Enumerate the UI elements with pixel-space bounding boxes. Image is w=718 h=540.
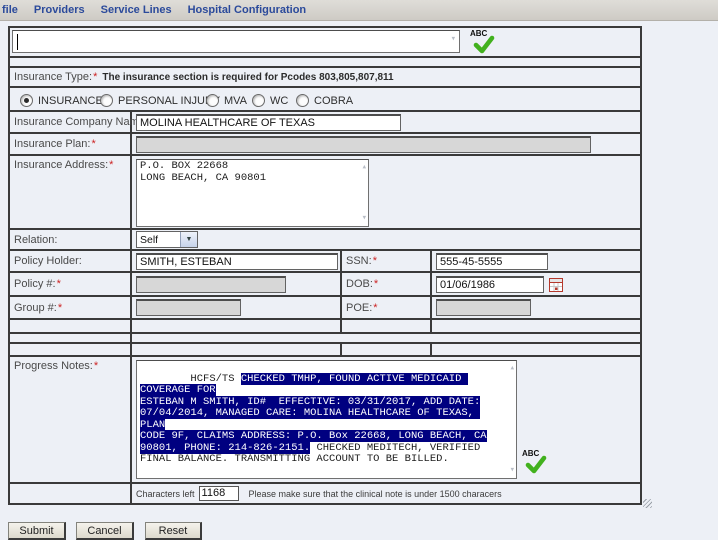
required-asterisk: *: [373, 255, 377, 267]
submit-button[interactable]: Submit: [8, 522, 66, 540]
radio-button-icon[interactable]: [100, 94, 113, 107]
radio-label: COBRA: [314, 95, 353, 107]
group-number-input: [136, 299, 241, 316]
notes-text-plain: HCFS/TS: [190, 373, 240, 385]
company-name-row: Insurance Company Name:* MOLINA HEALTHCA…: [10, 112, 640, 134]
insurance-address-textarea[interactable]: P.O. BOX 22668 LONG BEACH, CA 90801▴▾: [136, 159, 369, 227]
insurance-plan-label: Insurance Plan:: [14, 138, 90, 150]
group-number-label: Group #:: [14, 302, 57, 314]
radio-label: WC: [270, 95, 288, 107]
empty-row: [10, 344, 640, 357]
menu-item-service-lines[interactable]: Service Lines: [101, 4, 172, 16]
menu-item-file[interactable]: file: [2, 4, 18, 16]
relation-label: Relation:: [14, 234, 57, 246]
insurance-type-note: The insurance section is required for Pc…: [102, 72, 393, 83]
radio-button-icon[interactable]: [206, 94, 219, 107]
calendar-icon[interactable]: [549, 278, 563, 297]
required-asterisk: *: [91, 138, 95, 150]
radio-label: MVA: [224, 95, 247, 107]
insurance-plan-input: [136, 136, 591, 153]
policy-holder-row: Policy Holder: SMITH, ESTEBAN SSN:* 555-…: [10, 251, 640, 273]
cancel-button[interactable]: Cancel: [76, 522, 134, 540]
scrollbar-up-icon[interactable]: ▴: [362, 163, 367, 172]
radio-wc[interactable]: WC: [252, 94, 288, 107]
relation-selected-value: Self: [137, 234, 180, 246]
dob-input[interactable]: 01/06/1986: [436, 276, 544, 293]
reset-button[interactable]: Reset: [145, 522, 202, 540]
radio-label: INSURANCE: [38, 95, 103, 107]
spellcheck-button[interactable]: ABC: [522, 449, 550, 479]
insurance-type-options-row: INSURANCE PERSONAL INJURY MVA WC COBRA: [10, 88, 640, 112]
radio-label: PERSONAL INJURY: [118, 95, 220, 107]
company-name-input[interactable]: MOLINA HEALTHCARE OF TEXAS: [136, 114, 401, 131]
required-asterisk: *: [373, 302, 377, 314]
policy-holder-label: Policy Holder:: [14, 255, 82, 267]
policy-holder-input[interactable]: SMITH, ESTEBAN: [136, 253, 338, 270]
radio-personal-injury[interactable]: PERSONAL INJURY: [100, 94, 220, 107]
insurance-address-row: Insurance Address:* P.O. BOX 22668 LONG …: [10, 156, 640, 230]
required-asterisk: *: [94, 360, 98, 372]
characters-left-label: Characters left: [136, 489, 195, 499]
characters-note: Please make sure that the clinical note …: [249, 489, 502, 499]
green-check-icon: [473, 35, 495, 55]
company-name-label: Insurance Company Name:: [14, 116, 148, 128]
spellcheck-button[interactable]: ABC: [470, 29, 498, 59]
empty-row: [10, 320, 640, 334]
spacer-row: [10, 58, 640, 68]
radio-cobra[interactable]: COBRA: [296, 94, 353, 107]
poe-input: [436, 299, 531, 316]
ssn-input[interactable]: 555-45-5555: [436, 253, 548, 270]
insurance-plan-row: Insurance Plan:*: [10, 134, 640, 156]
resize-grip-icon[interactable]: [643, 499, 652, 508]
thin-spacer-row: [10, 334, 640, 344]
dob-label: DOB:: [346, 278, 373, 290]
green-check-icon: [525, 455, 547, 475]
relation-row: Relation: Self ▼: [10, 230, 640, 251]
insurance-type-label: Insurance Type:: [14, 71, 92, 83]
menu-item-providers[interactable]: Providers: [34, 4, 85, 16]
progress-notes-row: Progress Notes:* HCFS/TS CHECKED TMHP, F…: [10, 357, 640, 484]
required-asterisk: *: [93, 71, 97, 83]
radio-insurance[interactable]: INSURANCE: [20, 94, 103, 107]
progress-notes-label: Progress Notes:: [14, 360, 93, 372]
text-caret: [17, 34, 18, 50]
relation-select[interactable]: Self ▼: [136, 231, 198, 248]
menu-item-hospital-configuration[interactable]: Hospital Configuration: [188, 4, 307, 16]
insurance-type-row: Insurance Type:* The insurance section i…: [10, 68, 640, 88]
scrollbar-down-icon[interactable]: ▾: [362, 214, 367, 223]
policy-number-label: Policy #:: [14, 278, 56, 290]
scrollbar-down-icon[interactable]: ▾: [510, 466, 515, 475]
required-asterisk: *: [109, 159, 113, 171]
radio-button-icon[interactable]: [20, 94, 33, 107]
required-asterisk: *: [58, 302, 62, 314]
scrollbar-up-icon[interactable]: ▴: [510, 364, 515, 373]
poe-label: POE:: [346, 302, 372, 314]
group-number-row: Group #:* POE:*: [10, 297, 640, 320]
required-asterisk: *: [57, 278, 61, 290]
characters-left-input[interactable]: 1168: [199, 486, 239, 501]
radio-mva[interactable]: MVA: [206, 94, 247, 107]
characters-left-row: Characters left 1168 Please make sure th…: [10, 484, 640, 503]
menu-bar: file Providers Service Lines Hospital Co…: [0, 0, 718, 21]
top-comment-textarea[interactable]: ▾: [12, 30, 460, 53]
policy-number-row: Policy #:* DOB:* 01/06/1986: [10, 273, 640, 297]
radio-button-icon[interactable]: [296, 94, 309, 107]
progress-notes-textarea[interactable]: HCFS/TS CHECKED TMHP, FOUND ACTIVE MEDIC…: [136, 360, 517, 479]
policy-number-input: [136, 276, 286, 293]
radio-button-icon[interactable]: [252, 94, 265, 107]
ssn-label: SSN:: [346, 255, 372, 267]
insurance-form-table: ▾ ABC Insurance Type:* The insurance sec…: [8, 26, 642, 505]
top-textarea-row: ▾ ABC: [10, 28, 640, 58]
chevron-down-icon[interactable]: ▼: [180, 232, 197, 247]
required-asterisk: *: [374, 278, 378, 290]
scrollbar-down-icon[interactable]: ▾: [451, 35, 456, 44]
insurance-address-label: Insurance Address:: [14, 159, 108, 171]
